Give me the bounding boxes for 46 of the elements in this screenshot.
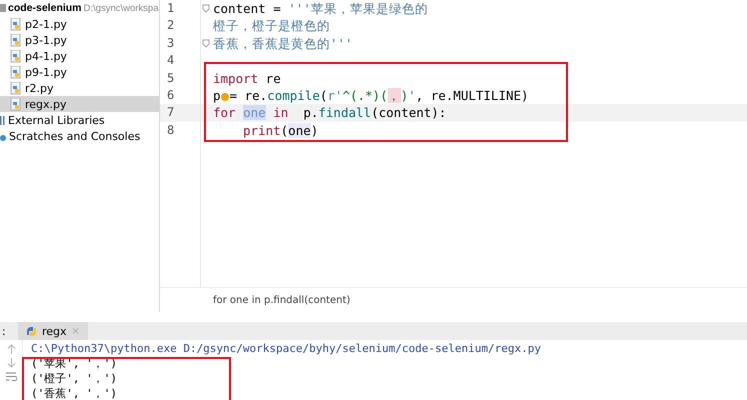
- python-file-icon: [10, 34, 22, 46]
- code-line: 橙子，橙子是橙色的: [213, 18, 330, 34]
- tree-item[interactable]: External Libraries: [8, 114, 105, 126]
- code-line: for one in p.findall(content):: [213, 105, 446, 120]
- panel-prefix: :: [1, 324, 7, 340]
- project-name: code-selenium: [8, 2, 82, 14]
- code-line: print(one): [243, 122, 318, 138]
- breadcrumb[interactable]: for one in p.findall(content): [213, 294, 350, 306]
- line-number: 2: [166, 17, 176, 34]
- project-path: D:\gsync\workspa: [84, 2, 159, 14]
- down-arrow-icon[interactable]: [6, 358, 16, 368]
- code-line: p = re.compile(r'^(.*)(，)', re.MULTILINE): [213, 88, 529, 103]
- line-number: 8: [166, 122, 176, 139]
- run-tab[interactable]: regx ×: [18, 322, 88, 340]
- python-file-icon: [10, 50, 22, 62]
- python-file-icon: [10, 66, 22, 78]
- fold-icon[interactable]: [202, 38, 210, 48]
- bulb-icon[interactable]: [220, 92, 229, 101]
- python-file-icon: [10, 98, 22, 110]
- python-file-icon: [10, 18, 22, 30]
- console-output: ('橙子', '，'): [31, 371, 118, 386]
- code-line: import re: [213, 70, 281, 86]
- code-line: content = '''苹果，苹果是绿色的: [213, 1, 428, 16]
- up-arrow-icon[interactable]: [6, 344, 16, 354]
- console-output: ('香蕉', '，'): [31, 386, 118, 400]
- line-number: 4: [166, 52, 176, 70]
- console-command: C:\Python37\python.exe D:/gsync/workspace/byhy/selenium/code-selenium/regx.py: [31, 341, 541, 356]
- tree-item[interactable]: Scratches and Consoles: [9, 130, 140, 142]
- python-file-icon: [10, 82, 22, 94]
- line-number: 7: [160, 104, 200, 122]
- file-item[interactable]: r2.py: [0, 80, 159, 96]
- file-item[interactable]: p3-1.py: [0, 32, 159, 48]
- fold-icon[interactable]: [202, 4, 210, 13]
- line-number: 1: [166, 0, 176, 17]
- line-number: 5: [166, 70, 176, 87]
- library-icon: [0, 115, 5, 125]
- soft-wrap-icon[interactable]: [6, 372, 16, 381]
- folder-icon: [0, 4, 6, 12]
- file-item[interactable]: p2-1.py: [0, 16, 159, 32]
- python-icon: [26, 326, 37, 336]
- line-number: 6: [166, 86, 176, 104]
- file-item[interactable]: p9-1.py: [0, 64, 159, 80]
- line-number: 3: [166, 34, 176, 52]
- file-item[interactable]: p4-1.py: [0, 48, 159, 64]
- file-item[interactable]: regx.py: [0, 96, 159, 112]
- code-line: 香蕉，香蕉是黄色的''': [213, 36, 353, 51]
